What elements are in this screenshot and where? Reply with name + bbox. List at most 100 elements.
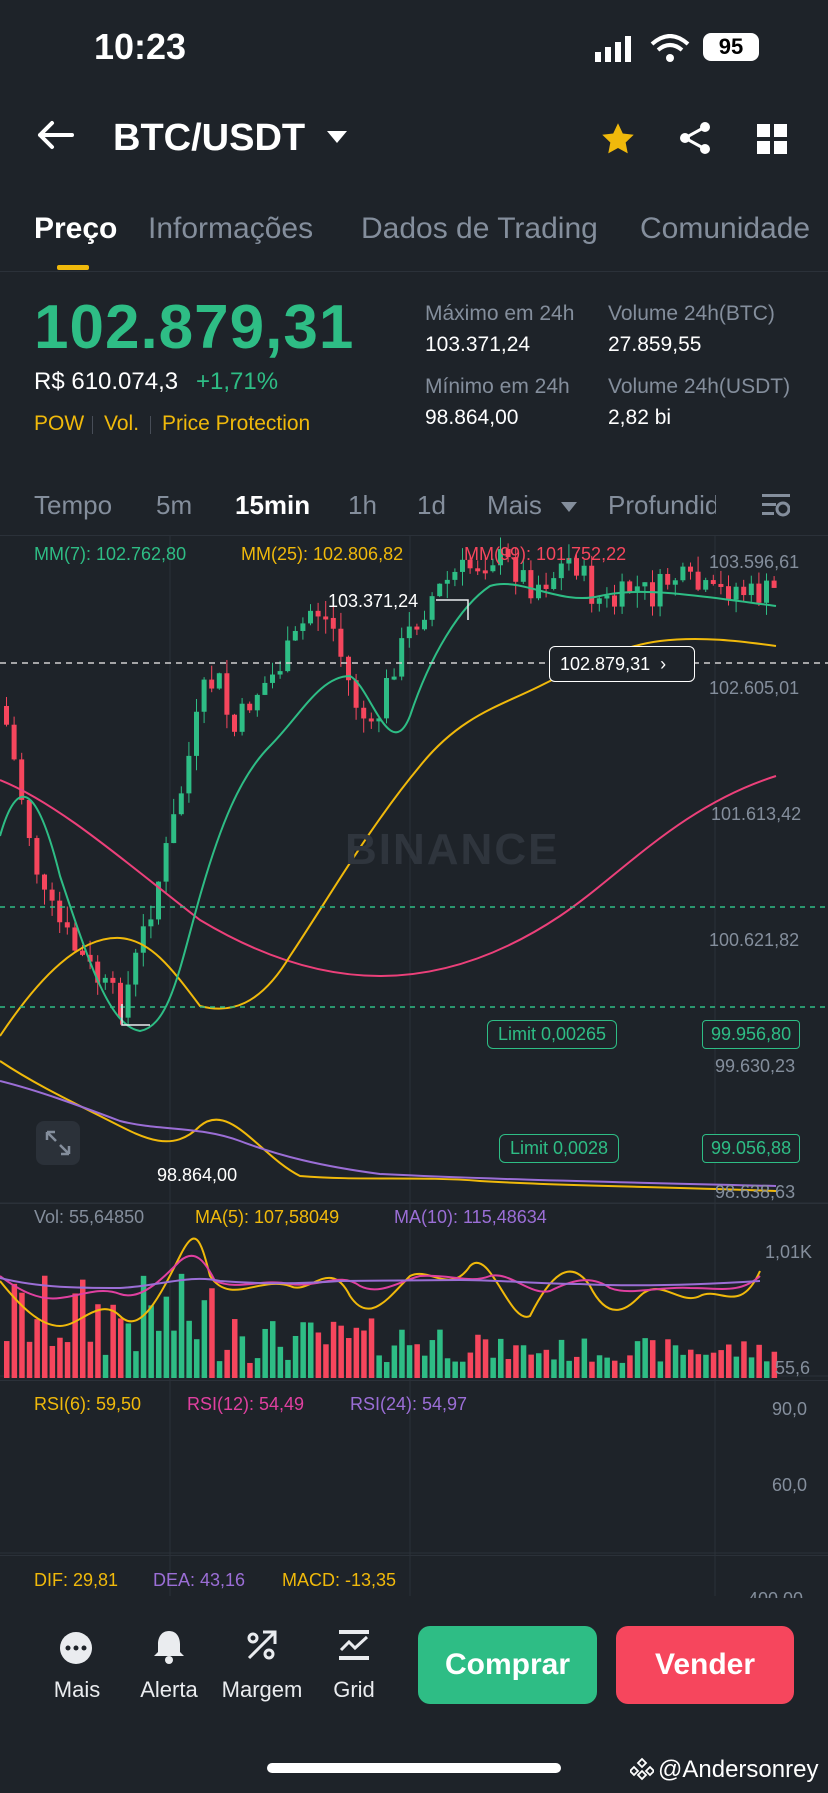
rsi24-label: RSI(24): 54,97 [350,1394,468,1414]
volume-bar [26,1341,33,1378]
candle-body [748,583,754,596]
tag-vol[interactable]: Vol. [104,412,139,436]
volume-bar [406,1345,413,1378]
bottom-more[interactable]: Mais [32,1677,122,1703]
more-icon[interactable] [60,1632,92,1664]
tag-divider [92,416,93,434]
candle-body [391,676,397,680]
volume-bar [429,1340,436,1378]
volume-bar [42,1275,48,1378]
candle-body [262,682,268,695]
volume-bar [49,1345,56,1378]
bottom-alert[interactable]: Alerta [124,1677,214,1703]
interval-15min[interactable]: 15min [235,490,310,521]
rsi24-line [0,1277,761,1290]
expand-icon[interactable] [36,1121,80,1165]
candlestick-chart[interactable] [0,536,828,1598]
volume-bar [657,1361,664,1378]
tab-info[interactable]: Informações [148,212,313,246]
volume-bar [627,1355,633,1378]
interval-1d[interactable]: 1d [417,490,446,521]
axis-label-6: 98.638,63 [715,1182,796,1202]
macd-dea-label: DEA: 43,16 [153,1570,246,1590]
volume-bar [186,1320,192,1378]
candle-body [733,586,739,600]
limit2-order-tag[interactable]: Limit 0,0028 [499,1134,620,1163]
candle-body [34,838,40,875]
volume-bar [733,1356,740,1378]
buy-button[interactable]: Comprar [418,1626,597,1704]
grid-bot-icon[interactable] [337,1628,371,1667]
candle-body [695,571,701,590]
candle-body [741,586,747,596]
candle-body [19,759,25,800]
volume-bar [543,1349,550,1378]
current-price-box[interactable]: 102.879,31 › [549,646,695,682]
axis-label-1: 103.596,61 [709,552,800,572]
caret-down-icon[interactable] [561,499,577,517]
rsi-divider [0,1380,828,1381]
bottom-margin[interactable]: Margem [217,1677,307,1703]
volume-bar [209,1288,215,1378]
candle-body [718,583,724,587]
layout-grid-icon[interactable] [757,124,787,159]
volume-bar [718,1350,724,1378]
volume-bar [642,1338,648,1378]
vol-btc-value: 27.859,55 [608,333,702,356]
favorite-star-icon[interactable] [600,121,636,162]
candle-body [528,570,534,599]
candle-body [186,755,192,794]
volume-bar [528,1354,534,1378]
vol-ma5-line [0,1060,777,1192]
pair-title[interactable]: BTC/USDT [113,117,305,160]
price-change: +1,71% [196,368,279,395]
volume-bar [756,1344,762,1378]
candle-body [657,573,663,607]
volume-bar [520,1345,527,1378]
candle-body [619,581,625,607]
chart-settings-icon[interactable] [762,492,791,523]
limit1-price: 99.956,80 [702,1020,801,1049]
volume-bar [384,1362,390,1378]
volume-bar [368,1318,375,1378]
limit1-order-tag[interactable]: Limit 0,00265 [487,1020,618,1049]
bottom-grid[interactable]: Grid [309,1677,399,1703]
caret-down-icon[interactable] [327,131,347,150]
volume-bar [414,1344,420,1378]
tab-trading-data[interactable]: Dados de Trading [361,212,598,246]
binance-logo-icon [628,1757,656,1786]
battery-icon: 95 [703,33,759,61]
tab-price[interactable]: Preço [34,212,117,246]
volume-bar [270,1321,276,1378]
interval-1h[interactable]: 1h [348,490,377,521]
volume-bar [460,1361,466,1378]
candle-body [270,674,275,683]
back-arrow-icon[interactable] [36,120,74,155]
interval-time[interactable]: Tempo [34,490,112,521]
bell-icon[interactable] [152,1628,186,1669]
volume-bar [741,1341,747,1378]
interval-depth[interactable]: Profundidade [608,490,716,521]
volume-bar [95,1304,101,1378]
tab-community[interactable]: Comunidade [640,212,810,246]
interval-more[interactable]: Mais [487,490,542,521]
candle-body [429,596,435,620]
margin-icon[interactable] [245,1628,279,1667]
candle-body [764,580,769,603]
candle-body [232,714,237,732]
fiat-price: R$ 610.074,3 [34,368,179,395]
interval-5m[interactable]: 5m [156,490,192,521]
volume-bar [361,1330,367,1378]
volume-bar [72,1293,78,1378]
share-icon[interactable] [677,120,713,161]
candle-body [201,679,207,712]
sell-button[interactable]: Vender [616,1626,794,1704]
candle-body [368,718,374,722]
candle-body [612,595,617,607]
volume-bar [581,1338,588,1378]
tag-price-protection[interactable]: Price Protection [162,412,310,436]
tag-pow[interactable]: POW [34,412,84,436]
candle-body [285,640,291,672]
candle-body [308,610,313,624]
volume-bar [710,1352,717,1378]
